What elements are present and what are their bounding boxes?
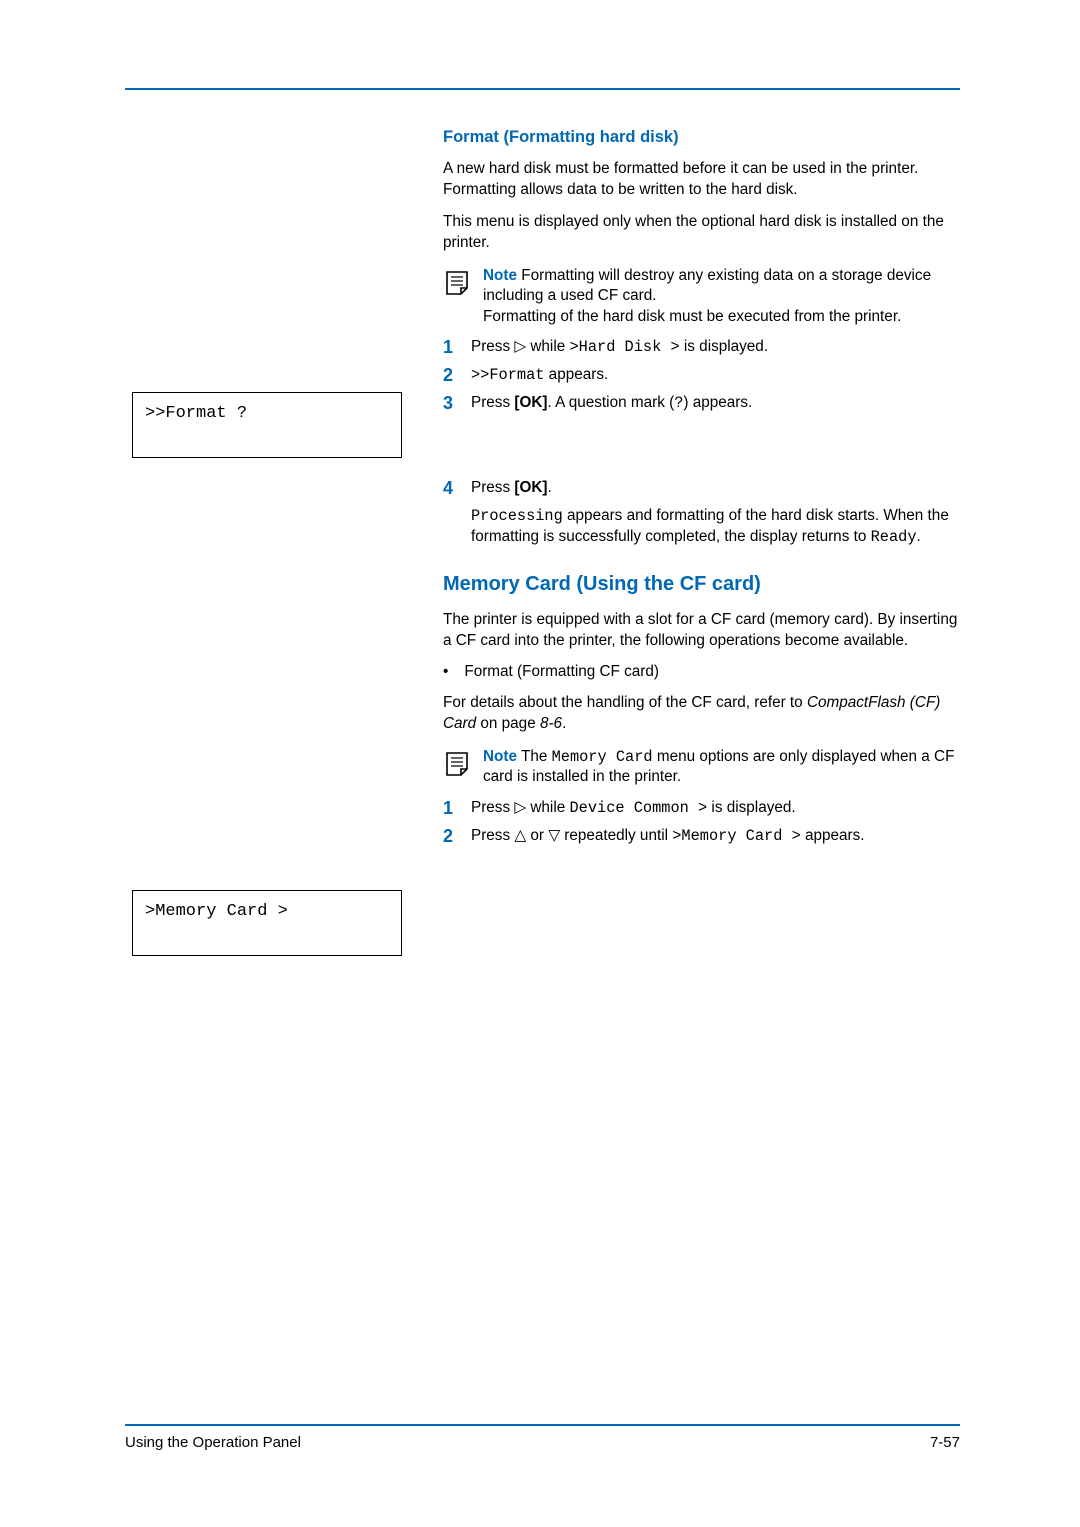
step-mc-2: 2 Press △ or ▽ repeatedly until >Memory … (443, 826, 960, 848)
para-mc-ref: For details about the handling of the CF… (443, 693, 960, 734)
step-number: 2 (443, 365, 457, 387)
note-icon (443, 749, 475, 779)
step-text: Press [OK]. (471, 478, 960, 499)
note-block-hd: Note Formatting will destroy any existin… (443, 266, 960, 328)
page-footer: Using the Operation Panel 7-57 (125, 1424, 960, 1451)
spacer (443, 420, 960, 478)
note-label: Note (483, 748, 517, 765)
step-number: 2 (443, 826, 457, 848)
step-hd-1: 1 Press ▷ while >Hard Disk > is displaye… (443, 337, 960, 359)
note-line1: Formatting will destroy any existing dat… (483, 267, 931, 305)
right-arrow-icon: ▷ (514, 338, 526, 355)
heading-memory-card: Memory Card (Using the CF card) (443, 573, 960, 596)
para-hd-condition: This menu is displayed only when the opt… (443, 212, 960, 253)
right-arrow-icon: ▷ (514, 799, 526, 816)
down-arrow-icon: ▽ (548, 827, 560, 844)
step-text: Press △ or ▽ repeatedly until >Memory Ca… (471, 826, 960, 847)
heading-format-hard-disk: Format (Formatting hard disk) (443, 128, 960, 147)
step-hd-4: 4 Press [OK]. (443, 478, 960, 500)
step4-body: Processing appears and formatting of the… (471, 506, 960, 547)
step-text: >>Format appears. (471, 365, 960, 386)
note-line2: Formatting of the hard disk must be exec… (483, 308, 901, 325)
note-label: Note (483, 267, 517, 284)
up-arrow-icon: △ (514, 827, 526, 844)
step-mc-1: 1 Press ▷ while Device Common > is displ… (443, 798, 960, 820)
bullet-text: Format (Formatting CF card) (464, 663, 659, 681)
step-text: Press ▷ while >Hard Disk > is displayed. (471, 337, 960, 358)
note-text-hd: Note Formatting will destroy any existin… (483, 266, 960, 328)
step-number: 1 (443, 798, 457, 820)
note-text-mc: Note The Memory Card menu options are on… (483, 747, 960, 788)
step-text: Press ▷ while Device Common > is display… (471, 798, 960, 819)
step-hd-2: 2 >>Format appears. (443, 365, 960, 387)
page-number: 7-57 (930, 1434, 960, 1451)
page-content: Format (Formatting hard disk) A new hard… (125, 128, 960, 853)
bullet-format-cf: • Format (Formatting CF card) (443, 663, 960, 681)
header-rule (125, 88, 960, 90)
step-number: 1 (443, 337, 457, 359)
note-icon (443, 268, 475, 298)
step-hd-3: 3 Press [OK]. A question mark (?) appear… (443, 393, 960, 415)
note-block-mc: Note The Memory Card menu options are on… (443, 747, 960, 788)
para-mc-intro: The printer is equipped with a slot for … (443, 610, 960, 651)
display-panel-memory-card: >Memory Card > (132, 890, 402, 956)
footer-rule (125, 1424, 960, 1426)
step-text: Press [OK]. A question mark (?) appears. (471, 393, 960, 414)
footer-title: Using the Operation Panel (125, 1434, 301, 1451)
right-column: Format (Formatting hard disk) A new hard… (443, 128, 960, 847)
step-number: 4 (443, 478, 457, 500)
para-hd-intro: A new hard disk must be formatted before… (443, 159, 960, 200)
step-number: 3 (443, 393, 457, 415)
footer-row: Using the Operation Panel 7-57 (125, 1434, 960, 1451)
display-panel-format: >>Format ? (132, 392, 402, 458)
bullet-icon: • (443, 663, 448, 681)
